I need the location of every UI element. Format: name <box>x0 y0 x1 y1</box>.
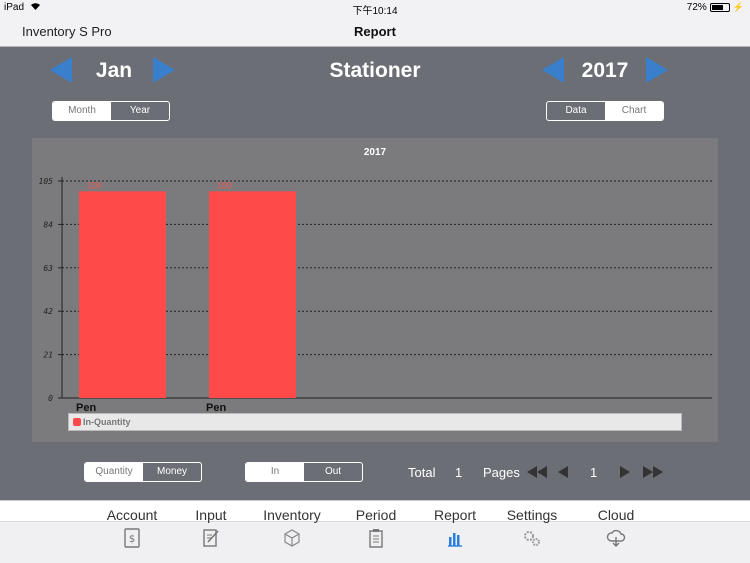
measure-toggle: Quantity Money <box>84 462 202 482</box>
total-label: Total <box>408 465 436 480</box>
pages-label: Pages <box>483 465 520 480</box>
settings-icon <box>524 531 540 546</box>
tab-label: Report <box>433 507 477 523</box>
charging-icon: ⚡ <box>732 2 744 12</box>
measure-money-option[interactable]: Money <box>143 463 201 481</box>
last-page-button[interactable] <box>643 466 663 478</box>
chart-panel <box>32 138 718 442</box>
period-year-option[interactable]: Year <box>111 102 169 120</box>
first-page-button[interactable] <box>527 466 547 478</box>
battery-icon <box>709 3 730 12</box>
period-month-option[interactable]: Month <box>53 102 111 120</box>
period-toggle: Month Year <box>52 101 170 121</box>
status-time: 下午10:14 <box>352 6 398 17</box>
total-count: 1 <box>455 465 463 480</box>
tab-label: Input <box>195 507 227 523</box>
tab-label: Period <box>355 507 397 523</box>
period-icon <box>369 529 383 548</box>
next-year-button[interactable] <box>646 57 668 83</box>
inventory-icon <box>284 529 300 547</box>
battery-percent: 72% <box>686 2 707 13</box>
tab-period[interactable]: Period <box>336 507 416 548</box>
input-icon <box>203 529 219 547</box>
month-label: Jan <box>95 59 133 82</box>
tab-label: Cloud <box>597 507 635 523</box>
tab-label: Settings <box>506 507 558 523</box>
measure-quantity-option[interactable]: Quantity <box>85 463 143 481</box>
tab-report[interactable]: Report <box>415 507 495 548</box>
legend-swatch <box>73 418 81 426</box>
prev-page-button[interactable] <box>558 466 568 478</box>
next-month-button[interactable] <box>153 57 175 83</box>
tab-settings[interactable]: Settings <box>492 507 572 548</box>
view-data-option[interactable]: Data <box>547 102 605 120</box>
tab-label: Inventory <box>263 507 321 523</box>
svg-text:$: $ <box>129 534 135 545</box>
year-label: 2017 <box>581 59 629 82</box>
direction-out-option[interactable]: Out <box>304 463 362 481</box>
report-icon <box>448 533 462 547</box>
tab-bar: Account $ Input Inventory Period Report … <box>0 500 750 563</box>
nav-bar: Inventory S Pro Report <box>0 16 750 47</box>
view-chart-option[interactable]: Chart <box>605 102 663 120</box>
direction-toggle: In Out <box>245 462 363 482</box>
tab-inventory[interactable]: Inventory <box>252 507 332 548</box>
tab-cloud[interactable]: Cloud <box>576 507 656 548</box>
tab-account[interactable]: Account $ <box>92 507 172 548</box>
page-number: 1 <box>590 465 598 480</box>
status-bar: iPad 下午10:14 72% ⚡ <box>0 0 750 17</box>
view-toggle: Data Chart <box>546 101 664 121</box>
account-icon: $ <box>124 528 140 548</box>
tab-label: Account <box>106 507 158 523</box>
direction-in-option[interactable]: In <box>246 463 304 481</box>
tab-input[interactable]: Input <box>171 507 251 548</box>
next-page-button[interactable] <box>620 466 630 478</box>
cloud-icon <box>606 529 626 547</box>
legend-label: In-Quantity <box>83 417 131 427</box>
category-label: Stationer <box>329 59 421 82</box>
chart-legend: In-Quantity <box>68 413 682 431</box>
page-title: Report <box>354 24 396 39</box>
prev-month-button[interactable] <box>50 57 72 83</box>
prev-year-button[interactable] <box>542 57 564 83</box>
